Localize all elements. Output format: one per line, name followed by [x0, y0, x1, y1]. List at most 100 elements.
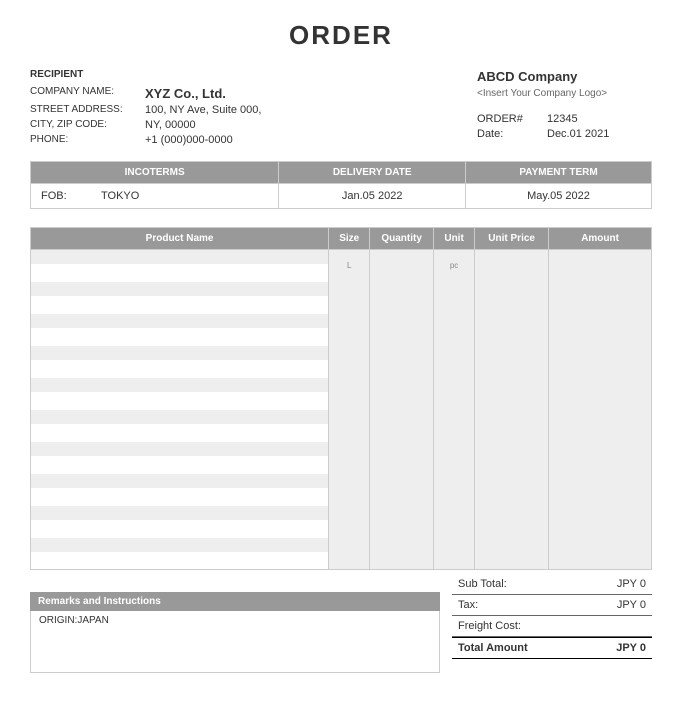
item-name [31, 520, 329, 538]
item-price [475, 474, 549, 506]
recipient-phone-row: PHONE: +1 (000)000-0000 [30, 134, 477, 146]
item-amount [549, 506, 652, 538]
col-unit-header: Unit [434, 228, 475, 250]
item-qty [370, 410, 434, 442]
document-title: ORDER [30, 20, 652, 51]
item-qty [370, 506, 434, 538]
incoterm-place: TOKYO [91, 190, 268, 202]
item-unit [434, 474, 475, 506]
freight-row: Freight Cost: [452, 616, 652, 637]
item-unit [434, 314, 475, 346]
item-name [31, 328, 329, 346]
item-code [31, 474, 329, 488]
item-unit [434, 282, 475, 314]
item-price [475, 346, 549, 378]
item-unit [434, 410, 475, 442]
item-code [31, 378, 329, 392]
payment-cell: May.05 2022 [466, 184, 652, 209]
company-block: ABCD Company <Insert Your Company Logo> … [477, 69, 652, 149]
item-size [329, 378, 370, 410]
terms-table: INCOTERMS DELIVERY DATE PAYMENT TERM FOB… [30, 161, 652, 209]
item-size [329, 346, 370, 378]
item-name [31, 264, 329, 282]
remarks-block: Remarks and Instructions ORIGIN:JAPAN [30, 574, 440, 673]
order-date-label: Date: [477, 128, 547, 140]
item-code [31, 410, 329, 424]
item-code [31, 346, 329, 360]
item-unit [434, 378, 475, 410]
item-size [329, 442, 370, 474]
col-qty-header: Quantity [370, 228, 434, 250]
recipient-company-value: XYZ Co., Ltd. [145, 86, 477, 101]
table-row-code: Lpc [31, 250, 652, 264]
recipient-street-value: 100, NY Ave, Suite 000, [145, 104, 477, 116]
tax-label: Tax: [458, 599, 478, 611]
item-name [31, 488, 329, 506]
subtotal-value: JPY 0 [617, 578, 646, 590]
order-date-value: Dec.01 2021 [547, 128, 609, 140]
subtotal-label: Sub Total: [458, 578, 507, 590]
bottom-section: Remarks and Instructions ORIGIN:JAPAN Su… [30, 574, 652, 673]
order-number-label: ORDER# [477, 113, 547, 125]
table-row-code [31, 282, 652, 296]
item-qty [370, 314, 434, 346]
item-name [31, 456, 329, 474]
payment-header: PAYMENT TERM [466, 162, 652, 184]
item-size [329, 474, 370, 506]
item-name [31, 392, 329, 410]
item-code [31, 314, 329, 328]
table-row-code [31, 474, 652, 488]
item-size [329, 314, 370, 346]
remarks-body: ORIGIN:JAPAN [30, 611, 440, 673]
top-section: RECIPIENT COMPANY NAME: XYZ Co., Ltd. ST… [30, 69, 652, 149]
item-qty [370, 378, 434, 410]
totals-block: Sub Total: JPY 0 Tax: JPY 0 Freight Cost… [452, 574, 652, 673]
item-code [31, 538, 329, 552]
item-price [475, 282, 549, 314]
product-table: Product Name Size Quantity Unit Unit Pri… [30, 227, 652, 570]
item-code [31, 442, 329, 456]
recipient-city-value: NY, 00000 [145, 119, 477, 131]
col-amt-header: Amount [549, 228, 652, 250]
table-row-code [31, 410, 652, 424]
item-name [31, 296, 329, 314]
item-amount [549, 250, 652, 282]
total-row: Total Amount JPY 0 [452, 637, 652, 659]
item-price [475, 506, 549, 538]
table-row-code [31, 346, 652, 360]
table-row-code [31, 442, 652, 456]
item-qty [370, 282, 434, 314]
tax-row: Tax: JPY 0 [452, 595, 652, 616]
recipient-company-label: COMPANY NAME: [30, 86, 145, 101]
order-number-row: ORDER# 12345 [477, 113, 652, 125]
total-value: JPY 0 [616, 642, 646, 654]
logo-placeholder: <Insert Your Company Logo> [477, 88, 652, 99]
item-amount [549, 378, 652, 410]
recipient-phone-value: +1 (000)000-0000 [145, 134, 477, 146]
delivery-cell: Jan.05 2022 [279, 184, 466, 209]
item-unit [434, 506, 475, 538]
item-qty [370, 474, 434, 506]
incoterms-header: INCOTERMS [31, 162, 279, 184]
item-amount [549, 314, 652, 346]
item-name [31, 552, 329, 570]
item-name [31, 424, 329, 442]
total-label: Total Amount [458, 642, 528, 654]
subtotal-row: Sub Total: JPY 0 [452, 574, 652, 595]
item-qty [370, 442, 434, 474]
company-name: ABCD Company [477, 69, 652, 84]
item-price [475, 314, 549, 346]
item-qty [370, 346, 434, 378]
item-price [475, 538, 549, 570]
order-date-row: Date: Dec.01 2021 [477, 128, 652, 140]
item-price [475, 378, 549, 410]
item-price [475, 410, 549, 442]
recipient-street-label: STREET ADDRESS: [30, 104, 145, 116]
item-code [31, 250, 329, 264]
item-code [31, 282, 329, 296]
item-name [31, 360, 329, 378]
table-row-code [31, 378, 652, 392]
recipient-heading: RECIPIENT [30, 69, 477, 80]
recipient-city-label: CITY, ZIP CODE: [30, 119, 145, 131]
item-qty [370, 250, 434, 282]
